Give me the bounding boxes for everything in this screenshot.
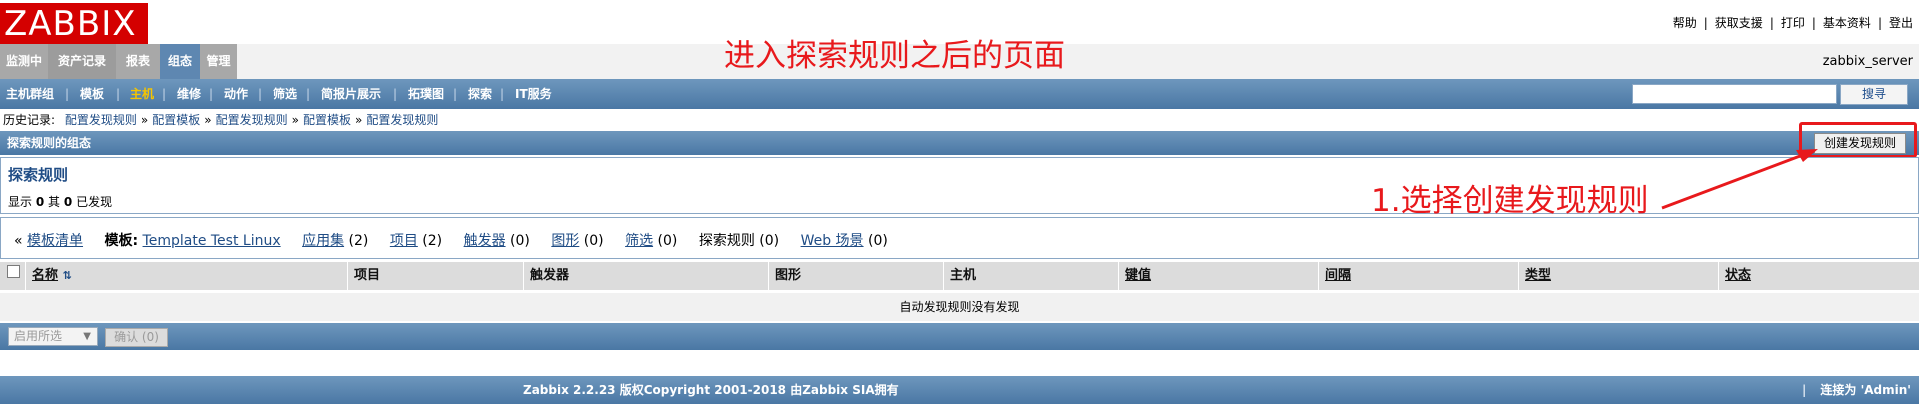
template-label: 模板: — [104, 233, 139, 249]
sort-asc-icon: ⇅ — [62, 269, 72, 282]
copyright-text: Zabbix 2.2.23 版权Copyright 2001-2018 由Zab… — [523, 383, 899, 397]
page-title: 探索规则 — [8, 166, 69, 184]
subnav-maps[interactable]: 拓璞图 — [408, 79, 444, 109]
sort-key-link[interactable]: 键值 — [1125, 268, 1151, 283]
table-header: 名称 ⇅ 项目 触发器 图形 主机 键值 间隔 类型 状态 — [0, 262, 1919, 290]
server-name: zabbix_server — [1822, 54, 1913, 69]
subnav-templates[interactable]: 模板 — [80, 79, 104, 109]
tab-monitoring[interactable]: 监测中 — [0, 44, 48, 79]
subnav-hosts[interactable]: 主机 — [130, 79, 154, 109]
subnav-it-services[interactable]: IT服务 — [515, 79, 552, 109]
empty-table-message: 自动发现规则没有发现 — [0, 293, 1919, 321]
back-prefix: « — [14, 233, 23, 249]
annotation-step-note: 1.选择创建发现规则 — [1371, 183, 1649, 219]
found-count: 0 — [63, 195, 73, 209]
column-hosts: 主机 — [943, 262, 1118, 290]
get-support-link[interactable]: 获取支援 — [1715, 16, 1763, 30]
column-interval[interactable]: 间隔 — [1318, 262, 1518, 290]
subnav-actions[interactable]: 动作 — [224, 79, 248, 109]
tab-reports[interactable]: 报表 — [116, 44, 160, 79]
template-link-bar: « 模板清单 模板: Template Test Linux 应用集 (2) 项… — [0, 217, 1919, 259]
template-name-link[interactable]: Template Test Linux — [143, 233, 281, 249]
subnav-discovery[interactable]: 探索 — [468, 79, 492, 109]
annotation-page-note: 进入探索规则之后的页面 — [724, 38, 1065, 74]
tab-inventory[interactable]: 资产记录 — [48, 44, 116, 79]
sort-type-link[interactable]: 类型 — [1525, 268, 1551, 283]
subnav-host-groups[interactable]: 主机群组 — [6, 79, 54, 109]
graphs-link[interactable]: 图形 — [551, 233, 579, 249]
page-footer: Zabbix 2.2.23 版权Copyright 2001-2018 由Zab… — [0, 376, 1919, 404]
applications-count: (2) — [348, 233, 369, 249]
sort-interval-link[interactable]: 间隔 — [1325, 268, 1351, 283]
profile-link[interactable]: 基本资料 — [1823, 16, 1871, 30]
subnav-maintenance[interactable]: 维修 — [177, 79, 201, 109]
shown-count: 0 — [35, 195, 45, 209]
rules-summary: 显示 0 其 0 已发现 — [8, 193, 112, 210]
history-breadcrumb: 历史记录: 配置发现规则» 配置模板» 配置发现规则» 配置模板» 配置发现规则 — [3, 113, 439, 127]
history-item[interactable]: 配置模板 — [152, 113, 200, 127]
summary-suffix: 已发现 — [76, 195, 113, 209]
annotation-highlight-box — [1799, 122, 1917, 158]
column-status[interactable]: 状态 — [1718, 262, 1919, 290]
print-link[interactable]: 打印 — [1781, 16, 1805, 30]
template-list-link[interactable]: 模板清单 — [27, 233, 83, 249]
sort-name-link[interactable]: 名称 — [32, 268, 58, 283]
tab-configuration[interactable]: 组态 — [160, 44, 200, 79]
subnav-filters[interactable]: 筛选 — [273, 79, 297, 109]
items-link[interactable]: 项目 — [390, 233, 418, 249]
history-item[interactable]: 配置发现规则 — [216, 113, 288, 127]
filters-link[interactable]: 筛选 — [625, 233, 653, 249]
applications-link[interactable]: 应用集 — [302, 233, 344, 249]
connected-user-text: 连接为 'Admin' — [1820, 383, 1911, 397]
connected-user: | 连接为 'Admin' — [1802, 383, 1911, 397]
history-label: 历史记录: — [3, 113, 56, 127]
history-item[interactable]: 配置模板 — [303, 113, 351, 127]
column-name[interactable]: 名称 ⇅ — [25, 262, 347, 290]
column-triggers: 触发器 — [523, 262, 768, 290]
select-all-checkbox[interactable] — [7, 265, 20, 278]
mass-action-select[interactable]: 启用所选 ▼ — [8, 327, 98, 346]
web-scenarios-link[interactable]: Web 场景 — [801, 233, 864, 249]
discovery-rules-label: 探索规则 — [698, 233, 755, 249]
graphs-count: (0) — [583, 233, 604, 249]
section-header: 探索规则的组态 — [0, 131, 1919, 155]
filters-count: (0) — [657, 233, 678, 249]
history-item[interactable]: 配置发现规则 — [366, 113, 438, 127]
subnav-slide-shows[interactable]: 简报片展示 — [321, 79, 381, 109]
history-item[interactable]: 配置发现规则 — [65, 113, 137, 127]
section-title: 探索规则的组态 — [7, 136, 92, 150]
search-button[interactable]: 搜寻 — [1840, 84, 1908, 105]
top-links: 帮助 | 获取支援 | 打印 | 基本资料 | 登出 — [1672, 16, 1913, 30]
summary-prefix: 显示 — [8, 195, 33, 209]
sort-status-link[interactable]: 状态 — [1725, 268, 1751, 283]
column-graphs: 图形 — [768, 262, 943, 290]
column-type[interactable]: 类型 — [1518, 262, 1718, 290]
logout-link[interactable]: 登出 — [1889, 16, 1913, 30]
tab-administration[interactable]: 管理 — [200, 44, 237, 79]
discovery-count: (0) — [759, 233, 780, 249]
confirm-button[interactable]: 确认 (0) — [105, 328, 168, 347]
summary-mid: 其 — [48, 195, 61, 209]
triggers-link[interactable]: 触发器 — [464, 233, 506, 249]
sub-navigation: 主机群组 | 模板 | 主机 | 维修 | 动作 | 筛选 | 简报片展示 | … — [0, 79, 1919, 109]
mass-action-value: 启用所选 — [14, 329, 63, 343]
triggers-count: (0) — [510, 233, 530, 249]
chevron-down-icon: ▼ — [83, 331, 91, 342]
help-link[interactable]: 帮助 — [1673, 16, 1697, 30]
items-count: (2) — [422, 233, 443, 249]
search-input[interactable] — [1632, 84, 1837, 104]
mass-action-bar: 启用所选 ▼ 确认 (0) — [0, 323, 1919, 350]
web-count: (0) — [868, 233, 888, 249]
column-key[interactable]: 键值 — [1118, 262, 1318, 290]
zabbix-logo[interactable]: ZABBIX — [0, 3, 148, 45]
column-items: 项目 — [347, 262, 523, 290]
